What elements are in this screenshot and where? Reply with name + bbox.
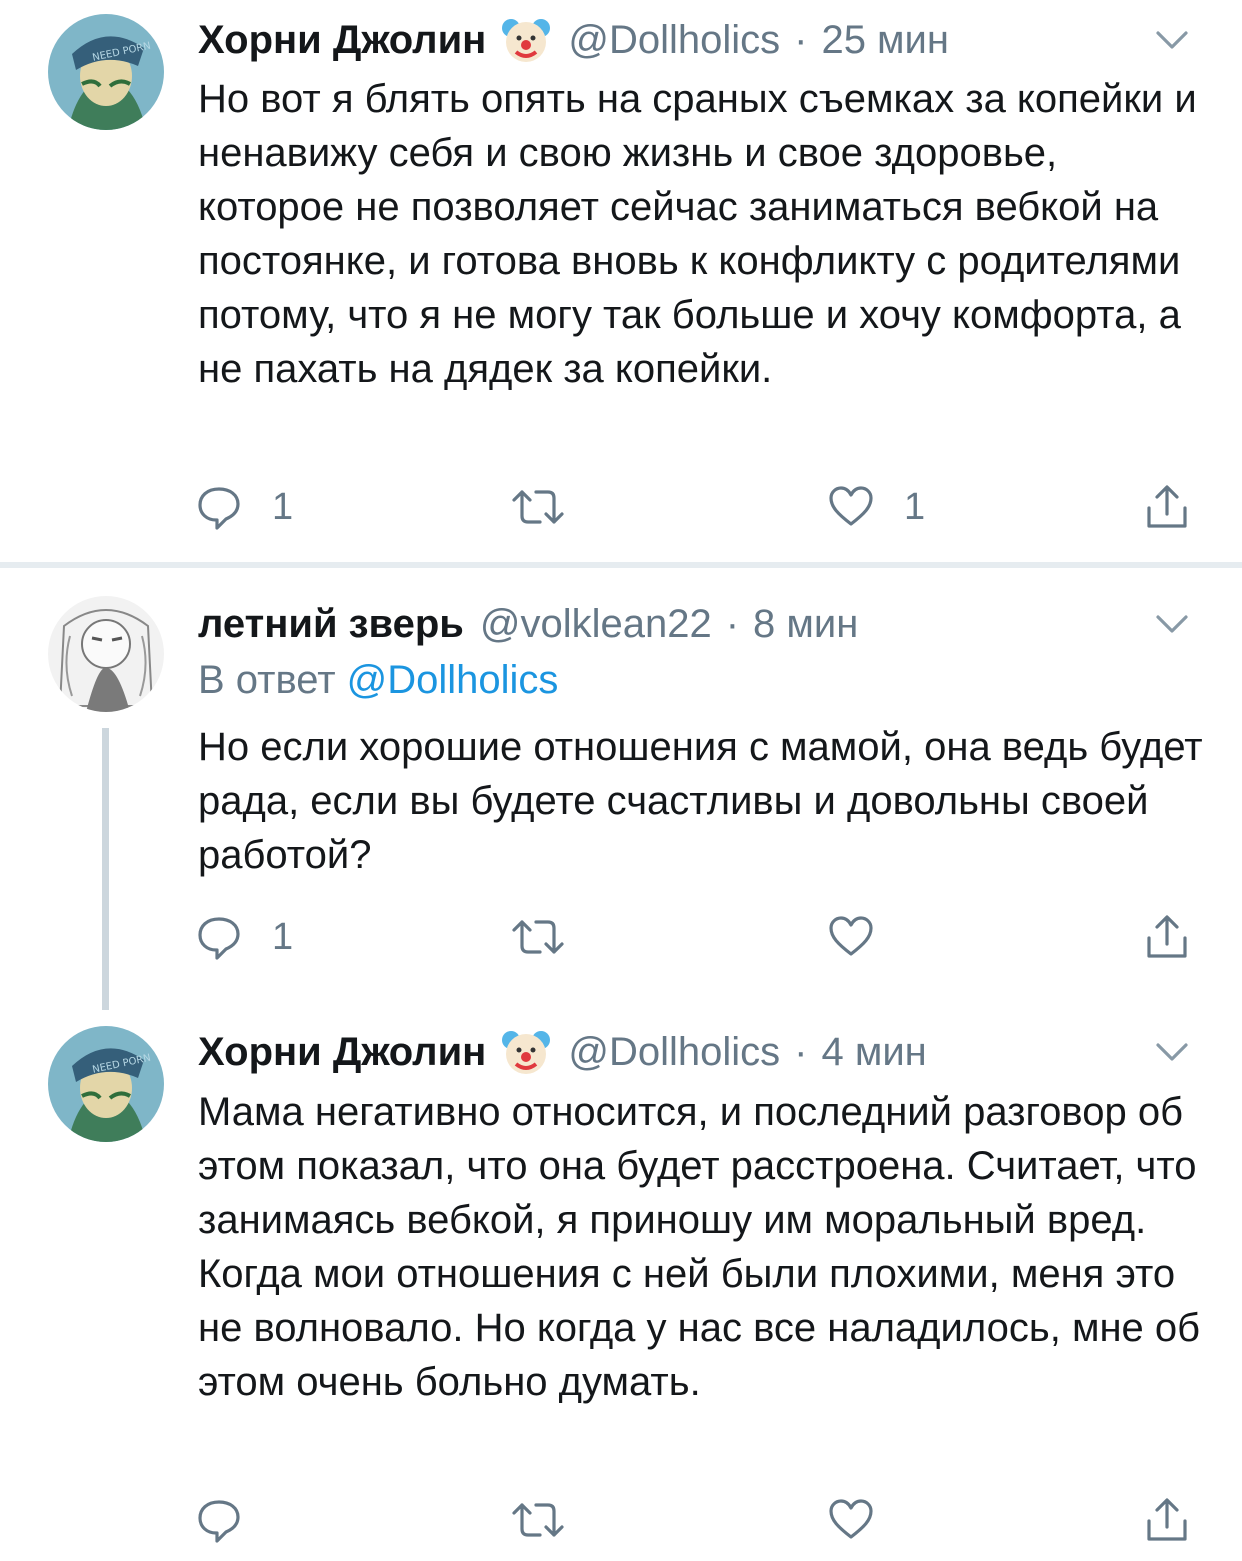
- user-handle[interactable]: @volklean22: [480, 602, 712, 647]
- timestamp[interactable]: 8 мин: [753, 602, 858, 647]
- tweet-header: Хорни Джолин @Dollholics · 25 мин: [198, 10, 949, 70]
- like-button[interactable]: 1: [828, 481, 925, 533]
- display-name[interactable]: Хорни Джолин: [198, 1030, 486, 1075]
- retweet-button[interactable]: [510, 1494, 596, 1546]
- tweet-text: Но вот я блять опять на сраных съемках з…: [198, 77, 1197, 391]
- reply-mention-link[interactable]: @Dollholics: [347, 658, 559, 702]
- heart-icon: [829, 1499, 873, 1539]
- display-name[interactable]: Хорни Джолин: [198, 18, 486, 63]
- clown-face-icon: [500, 14, 552, 66]
- tweet-header: летний зверь @volklean22 · 8 мин: [198, 594, 858, 654]
- user-handle[interactable]: @Dollholics: [568, 1030, 780, 1075]
- clown-face-icon: [500, 1026, 552, 1078]
- reply-count: 1: [272, 485, 294, 528]
- avatar[interactable]: NEED PORN: [48, 1026, 164, 1142]
- heart-icon: [829, 916, 873, 956]
- share-icon: [1147, 1498, 1187, 1541]
- avatar[interactable]: [48, 596, 164, 712]
- share-icon: [1147, 915, 1187, 958]
- separator-dot: ·: [794, 1029, 808, 1074]
- reply-button[interactable]: [196, 1494, 272, 1546]
- tweet-header: Хорни Джолин @Dollholics · 4 мин: [198, 1022, 927, 1082]
- reply-count: 1: [272, 915, 294, 958]
- action-bar: 1 1: [196, 481, 1206, 533]
- display-name[interactable]: летний зверь: [198, 602, 464, 647]
- retweet-button[interactable]: [510, 481, 596, 533]
- share-button[interactable]: [1144, 911, 1190, 963]
- chevron-down-icon[interactable]: [1154, 22, 1190, 58]
- reply-bubble-icon: [198, 1500, 240, 1543]
- thread-connector-line: [102, 728, 109, 1010]
- reply-prefix: В ответ: [198, 658, 336, 702]
- reply-bubble-icon: [198, 917, 240, 960]
- timestamp[interactable]: 25 мин: [821, 18, 949, 63]
- separator-dot: ·: [725, 601, 740, 646]
- timestamp[interactable]: 4 мин: [821, 1030, 926, 1075]
- reply-context: В ответ @Dollholics: [198, 658, 558, 703]
- like-button[interactable]: [828, 911, 904, 963]
- like-button[interactable]: [828, 1494, 904, 1546]
- heart-icon: [829, 486, 873, 526]
- tweet-divider: [0, 562, 1242, 568]
- retweet-icon: [512, 490, 564, 524]
- action-bar: 1: [196, 911, 1206, 963]
- chevron-down-icon[interactable]: [1154, 1034, 1190, 1070]
- retweet-icon: [512, 920, 564, 954]
- separator-dot: ·: [794, 17, 808, 62]
- tweet-text: Но если хорошие отношения с мамой, она в…: [198, 725, 1203, 877]
- reply-bubble-icon: [198, 487, 240, 530]
- user-handle[interactable]: @Dollholics: [568, 18, 780, 63]
- reply-button[interactable]: 1: [196, 481, 293, 533]
- like-count: 1: [904, 485, 926, 528]
- retweet-icon: [512, 1503, 564, 1537]
- chevron-down-icon[interactable]: [1154, 606, 1190, 642]
- share-icon: [1147, 485, 1187, 528]
- reply-button[interactable]: 1: [196, 911, 293, 963]
- share-button[interactable]: [1144, 1494, 1190, 1546]
- retweet-button[interactable]: [510, 911, 596, 963]
- avatar[interactable]: NEED PORN: [48, 14, 164, 130]
- share-button[interactable]: [1144, 481, 1190, 533]
- action-bar: [196, 1494, 1206, 1546]
- tweet-text: Мама негативно относится, и последний ра…: [198, 1090, 1201, 1404]
